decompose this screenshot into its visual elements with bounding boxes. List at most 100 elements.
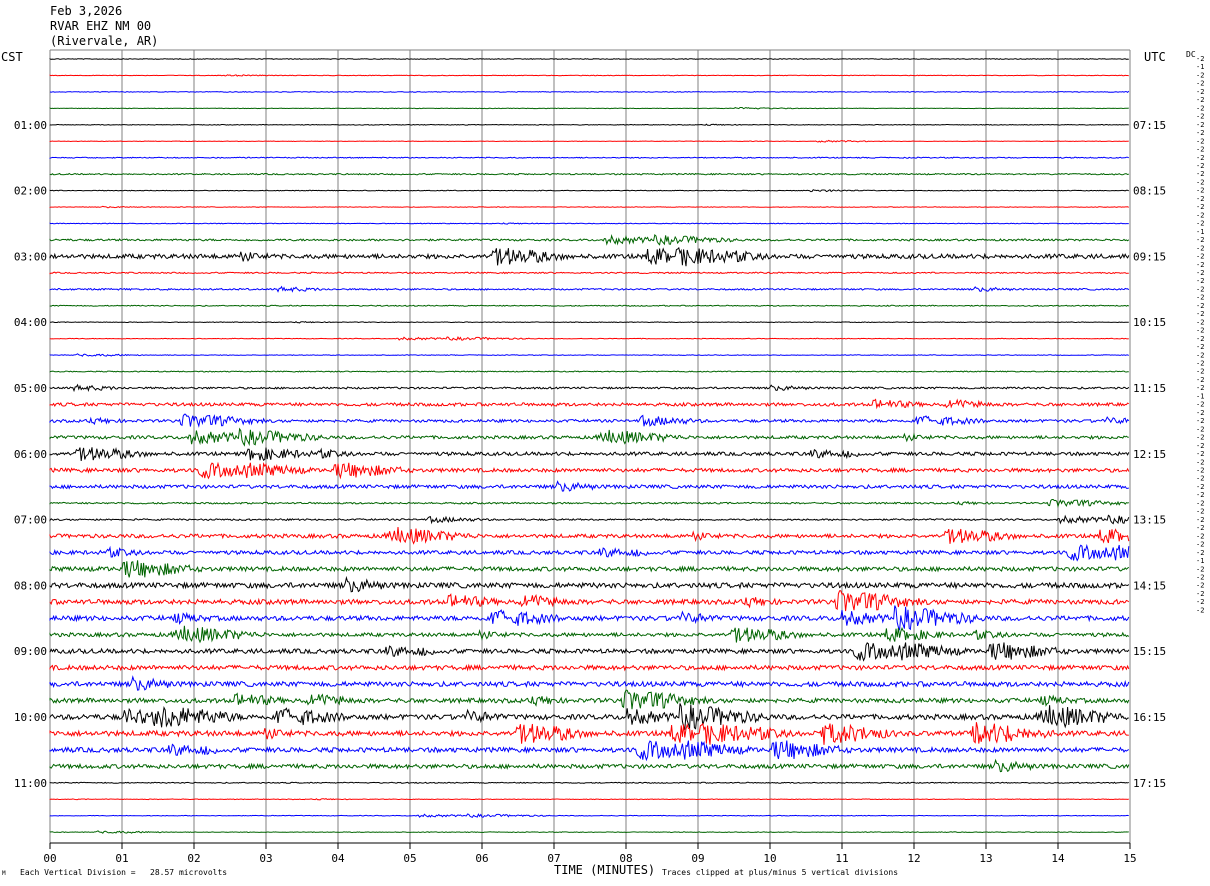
x-tick-label-00: 00 (43, 852, 56, 865)
trace-line-3 (49, 90, 1130, 94)
trace-line-32 (49, 560, 1130, 578)
trace-line-38 (49, 663, 1130, 672)
dc-offset-43: -2 (1196, 401, 1204, 409)
x-tick-label-14: 14 (1051, 852, 1065, 865)
dc-offset-38: -2 (1196, 360, 1204, 368)
dc-offset-20: -2 (1196, 211, 1204, 219)
right-hour-label-16:15: 16:15 (1133, 711, 1166, 724)
dc-offset-60: -2 (1196, 541, 1204, 549)
dc-offset-41: -2 (1196, 384, 1204, 392)
dc-offset-46: -2 (1196, 425, 1204, 433)
time-gridlines (49, 49, 1131, 844)
dc-offset-5: -2 (1196, 88, 1204, 96)
left-hour-label-01:00: 01:00 (14, 119, 47, 132)
trace-line-41 (49, 703, 1129, 730)
dc-offset-14: -2 (1196, 162, 1204, 170)
right-hour-label-15:15: 15:15 (1133, 645, 1166, 658)
left-hour-label-08:00: 08:00 (14, 579, 47, 592)
x-axis-ticks: 00 01 02 03 04 05 06 07 08 09 10 11 12 13 14 15 (43, 843, 1137, 865)
trace-line-24 (49, 427, 1129, 447)
vertical-scale-note: Each Vertical Division = 28.57 microvolt… (20, 868, 228, 877)
trace-line-6 (49, 139, 1129, 143)
trace-line-48 (49, 830, 1129, 834)
trace-line-44 (49, 758, 1130, 773)
x-tick-label-09: 09 (691, 852, 704, 865)
trace-line-37 (49, 642, 1130, 662)
trace-line-43 (49, 740, 1130, 762)
dc-offset-61: -2 (1196, 549, 1204, 557)
dc-offset-24: -2 (1196, 244, 1204, 252)
right-hour-labels: 07:15 08:15 09:15 10:15 11:15 12:15 13:15 14:15… (1133, 119, 1166, 790)
trace-line-25 (49, 447, 1130, 461)
dc-offset-53: -2 (1196, 483, 1204, 491)
dc-offset-17: -2 (1196, 187, 1204, 195)
dc-offset-16: -2 (1196, 178, 1204, 186)
trace-line-19 (49, 353, 1129, 357)
dc-offset-55: -2 (1196, 499, 1204, 507)
dc-offset-67: -2 (1196, 598, 1204, 606)
dc-offset-13: -2 (1196, 154, 1204, 162)
dc-offset-66: -2 (1196, 590, 1204, 598)
dc-offset-26: -2 (1196, 261, 1204, 269)
dc-offset-65: -2 (1196, 582, 1204, 590)
right-hour-label-14:15: 14:15 (1133, 579, 1166, 592)
dc-offset-44: -2 (1196, 409, 1204, 417)
dc-offset-12: -2 (1196, 146, 1204, 154)
right-hour-label-08:15: 08:15 (1133, 185, 1166, 198)
dc-offset-21: -2 (1196, 220, 1204, 228)
trace-line-27 (49, 480, 1129, 492)
dc-offset-7: -2 (1196, 104, 1204, 112)
trace-line-15 (49, 285, 1130, 293)
trace-line-2 (49, 74, 1129, 77)
dc-offset-56: -2 (1196, 508, 1204, 516)
trace-line-39 (49, 675, 1130, 691)
dc-offset-58: -2 (1196, 524, 1204, 532)
dc-offset-51: -2 (1196, 467, 1204, 475)
x-tick-label-10: 10 (763, 852, 776, 865)
dc-offset-31: -2 (1196, 302, 1204, 310)
left-hour-labels: 01:00 02:00 03:00 04:00 05:00 06:00 07:00 08:00… (14, 119, 47, 790)
seismic-traces (49, 58, 1130, 834)
trace-line-12 (49, 233, 1130, 246)
left-hour-label-06:00: 06:00 (14, 448, 47, 461)
dc-offset-27: -2 (1196, 269, 1204, 277)
x-axis-title: TIME (MINUTES) (554, 863, 656, 877)
corner-mark: M (2, 870, 6, 877)
right-hour-label-11:15: 11:15 (1133, 382, 1166, 395)
dc-offset-labels: -2-1-2-2-2-2-2-2-2-2-2-2-2-2-2-2-2-2-2-2… (1196, 55, 1204, 614)
trace-line-8 (49, 172, 1129, 176)
dc-offset-40: -2 (1196, 376, 1204, 384)
dc-offset-45: -2 (1196, 417, 1204, 425)
right-hour-label-10:15: 10:15 (1133, 316, 1166, 329)
x-tick-label-04: 04 (331, 852, 345, 865)
trace-line-45 (49, 781, 1129, 784)
dc-offset-30: -2 (1196, 294, 1204, 302)
trace-line-21 (49, 383, 1130, 393)
left-hour-label-11:00: 11:00 (14, 777, 47, 790)
dc-offset-64: -2 (1196, 573, 1204, 581)
trace-line-31 (49, 543, 1130, 562)
trace-line-14 (49, 271, 1129, 275)
dc-offset-6: -2 (1196, 96, 1204, 104)
x-tick-label-15: 15 (1123, 852, 1136, 865)
trace-line-36 (49, 625, 1130, 644)
dc-offset-63: -2 (1196, 565, 1204, 573)
left-hour-label-07:00: 07:00 (14, 514, 47, 527)
x-tick-label-05: 05 (403, 852, 416, 865)
left-hour-label-02:00: 02:00 (14, 185, 47, 198)
trace-line-22 (49, 398, 1130, 410)
trace-line-4 (49, 107, 1129, 110)
dc-offset-1: -2 (1196, 55, 1204, 63)
dc-offset-48: -2 (1196, 442, 1204, 450)
trace-line-1 (49, 58, 1129, 60)
right-hour-label-13:15: 13:15 (1133, 514, 1166, 527)
dc-offset-32: -2 (1196, 310, 1204, 318)
trace-line-16 (49, 304, 1130, 307)
trace-line-30 (49, 527, 1130, 545)
x-tick-label-12: 12 (907, 852, 920, 865)
trace-line-42 (49, 722, 1129, 745)
trace-line-28 (49, 499, 1129, 509)
dc-offset-8: -2 (1196, 113, 1204, 121)
dc-offset-15: -2 (1196, 170, 1204, 178)
trace-line-40 (49, 689, 1130, 710)
